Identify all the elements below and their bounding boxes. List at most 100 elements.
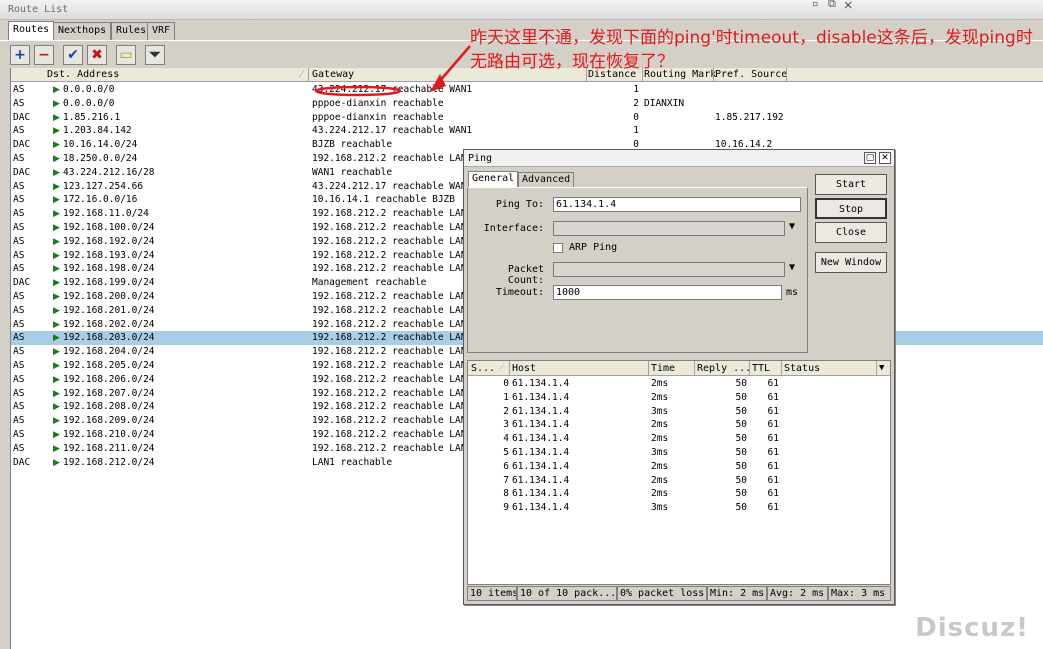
ttl-cell: 61 [767,474,779,486]
dst-address-cell: 0.0.0.0/0 [63,97,115,109]
col-reply[interactable]: Reply ... [697,363,751,374]
ping-result-row[interactable]: 2 61.134.1.4 3ms 50 61 [468,405,890,419]
close-button[interactable]: Close [815,222,887,243]
chevron-down-icon[interactable]: ▼ [789,262,795,273]
distance-cell: 2 [633,97,639,109]
col-gateway[interactable]: Gateway [312,69,354,80]
ping-to-label: Ping To: [495,199,544,210]
dst-address-cell: 123.127.254.66 [63,180,144,192]
table-row[interactable]: AS 1.203.84.142 43.224.212.17 reachable WA… [11,124,1043,138]
dst-address-cell: 192.168.11.0/24 [63,208,149,220]
time-cell: 2ms [651,460,669,472]
flags-cell: AS [13,194,25,206]
seq-cell: 8 [503,488,509,500]
gateway-cell: 192.168.212.2 reachable LAN1 [312,373,473,385]
tab-rules[interactable]: Rules [111,22,152,40]
gateway-cell: BJZB reachable [312,139,393,151]
gateway-cell: LAN1 reachable [312,456,393,468]
interface-select[interactable] [553,221,785,236]
chevron-down-icon[interactable]: ▼ [879,363,884,373]
ping-result-row[interactable]: 4 61.134.1.4 2ms 50 61 [468,432,890,446]
distance-cell: 1 [633,125,639,137]
comment-icon[interactable]: ▭ [116,45,136,65]
reply-cell: 50 [735,447,747,458]
ping-result-row[interactable]: 0 61.134.1.4 2ms 50 61 [468,377,890,391]
ping-result-row[interactable]: 8 61.134.1.4 2ms 50 61 [468,487,890,501]
reply-cell: 50 [735,433,747,445]
remove-icon[interactable]: − [34,45,54,65]
flags-cell: AS [13,304,25,316]
dst-address-cell: 192.168.209.0/24 [63,415,155,427]
close-icon[interactable]: ✕ [879,152,891,164]
seq-cell: 9 [503,502,509,514]
ttl-cell: 61 [767,391,779,403]
tab-general[interactable]: General [468,171,519,187]
gateway-cell: 43.224.212.17 reachable WAN1 [312,125,473,137]
host-cell: 61.134.1.4 [512,447,570,458]
table-row[interactable]: AS 0.0.0.0/0 pppoe-dianxin reachable 2 DIANX… [11,97,1043,111]
status-min: Min: 2 ms [707,586,767,601]
dst-address-cell: 192.168.192.0/24 [63,235,155,247]
enable-check-icon[interactable]: ✔ [63,45,83,65]
timeout-input[interactable]: 1000 [553,285,782,300]
ping-results-header: S... ⁄ Host Time Reply ... TTL Status ▼ [468,361,890,376]
add-icon[interactable]: + [10,45,30,65]
flags-cell: AS [13,360,25,371]
arp-ping-checkbox[interactable] [553,243,563,253]
flags-cell: AS [13,125,25,137]
ping-result-row[interactable]: 3 61.134.1.4 2ms 50 61 [468,418,890,432]
flags-cell: AS [13,346,25,358]
tab-routes[interactable]: Routes [8,21,55,40]
disable-x-icon[interactable]: ✖ [87,45,107,65]
col-host[interactable]: Host [512,363,536,374]
tab-vrf[interactable]: VRF [147,22,176,40]
seq-cell: 5 [503,447,509,458]
seq-cell: 3 [503,419,509,431]
col-dst-address[interactable]: Dst. Address [47,69,119,80]
flags-cell: AS [13,332,25,344]
dst-address-cell: 192.168.205.0/24 [63,360,155,371]
close-icon[interactable]: ✕ [844,0,852,13]
col-time[interactable]: Time [651,363,675,374]
ttl-cell: 61 [767,419,779,431]
table-row[interactable]: AS 0.0.0.0/0 43.224.212.17 reachable WAN1 1… [11,83,1043,97]
ping-result-row[interactable]: 7 61.134.1.4 2ms 50 61 [468,474,890,488]
ping-result-row[interactable]: 9 61.134.1.4 3ms 50 61 [468,501,890,515]
dst-address-cell: 18.250.0.0/24 [63,153,138,164]
gateway-cell: 192.168.212.2 reachable LAN1 [312,291,473,302]
flags-cell: AS [13,373,25,385]
start-button[interactable]: Start [815,174,887,195]
dst-address-cell: 192.168.200.0/24 [63,291,155,302]
filter-icon[interactable]: ⏷ [145,45,165,65]
ping-to-input[interactable]: 61.134.1.4 [553,197,801,212]
new-window-button[interactable]: New Window [815,252,887,273]
gateway-cell: 192.168.212.2 reachable LAN1 [312,346,473,358]
tab-nexthops[interactable]: Nexthops [53,22,112,40]
timeout-unit: ms [786,287,799,298]
ttl-cell: 61 [767,433,779,445]
time-cell: 3ms [651,502,669,514]
col-ttl[interactable]: TTL [752,363,770,374]
time-cell: 3ms [651,447,669,458]
status-packet-loss: 0% packet loss [617,586,707,601]
ping-result-row[interactable]: 6 61.134.1.4 2ms 50 61 [468,460,890,474]
tab-advanced[interactable]: Advanced [518,172,575,187]
stop-button[interactable]: Stop [815,198,887,219]
flags-cell: DAC [13,111,31,123]
chevron-down-icon[interactable]: ▼ [789,221,795,232]
reply-cell: 50 [735,378,747,389]
packet-count-input[interactable] [553,262,785,277]
gateway-cell: 192.168.212.2 reachable LAN1 [312,222,473,233]
col-seq[interactable]: S... [471,363,495,374]
host-cell: 61.134.1.4 [512,433,570,445]
time-cell: 3ms [651,405,669,417]
ping-result-row[interactable]: 5 61.134.1.4 3ms 50 61 [468,446,890,460]
restore-icon[interactable]: ▢ [864,152,876,164]
col-status[interactable]: Status [784,363,820,374]
window-button-icon[interactable]: ▫ [812,0,819,10]
ping-result-row[interactable]: 1 61.134.1.4 2ms 50 61 [468,391,890,405]
table-row[interactable]: DAC 1.85.216.1 pppoe-dianxin reachable 0 1.8… [11,111,1043,125]
gateway-cell: 192.168.212.2 reachable LAN1 [312,387,473,399]
restore-icon[interactable]: ⧉ [828,0,836,11]
flags-cell: AS [13,153,25,164]
